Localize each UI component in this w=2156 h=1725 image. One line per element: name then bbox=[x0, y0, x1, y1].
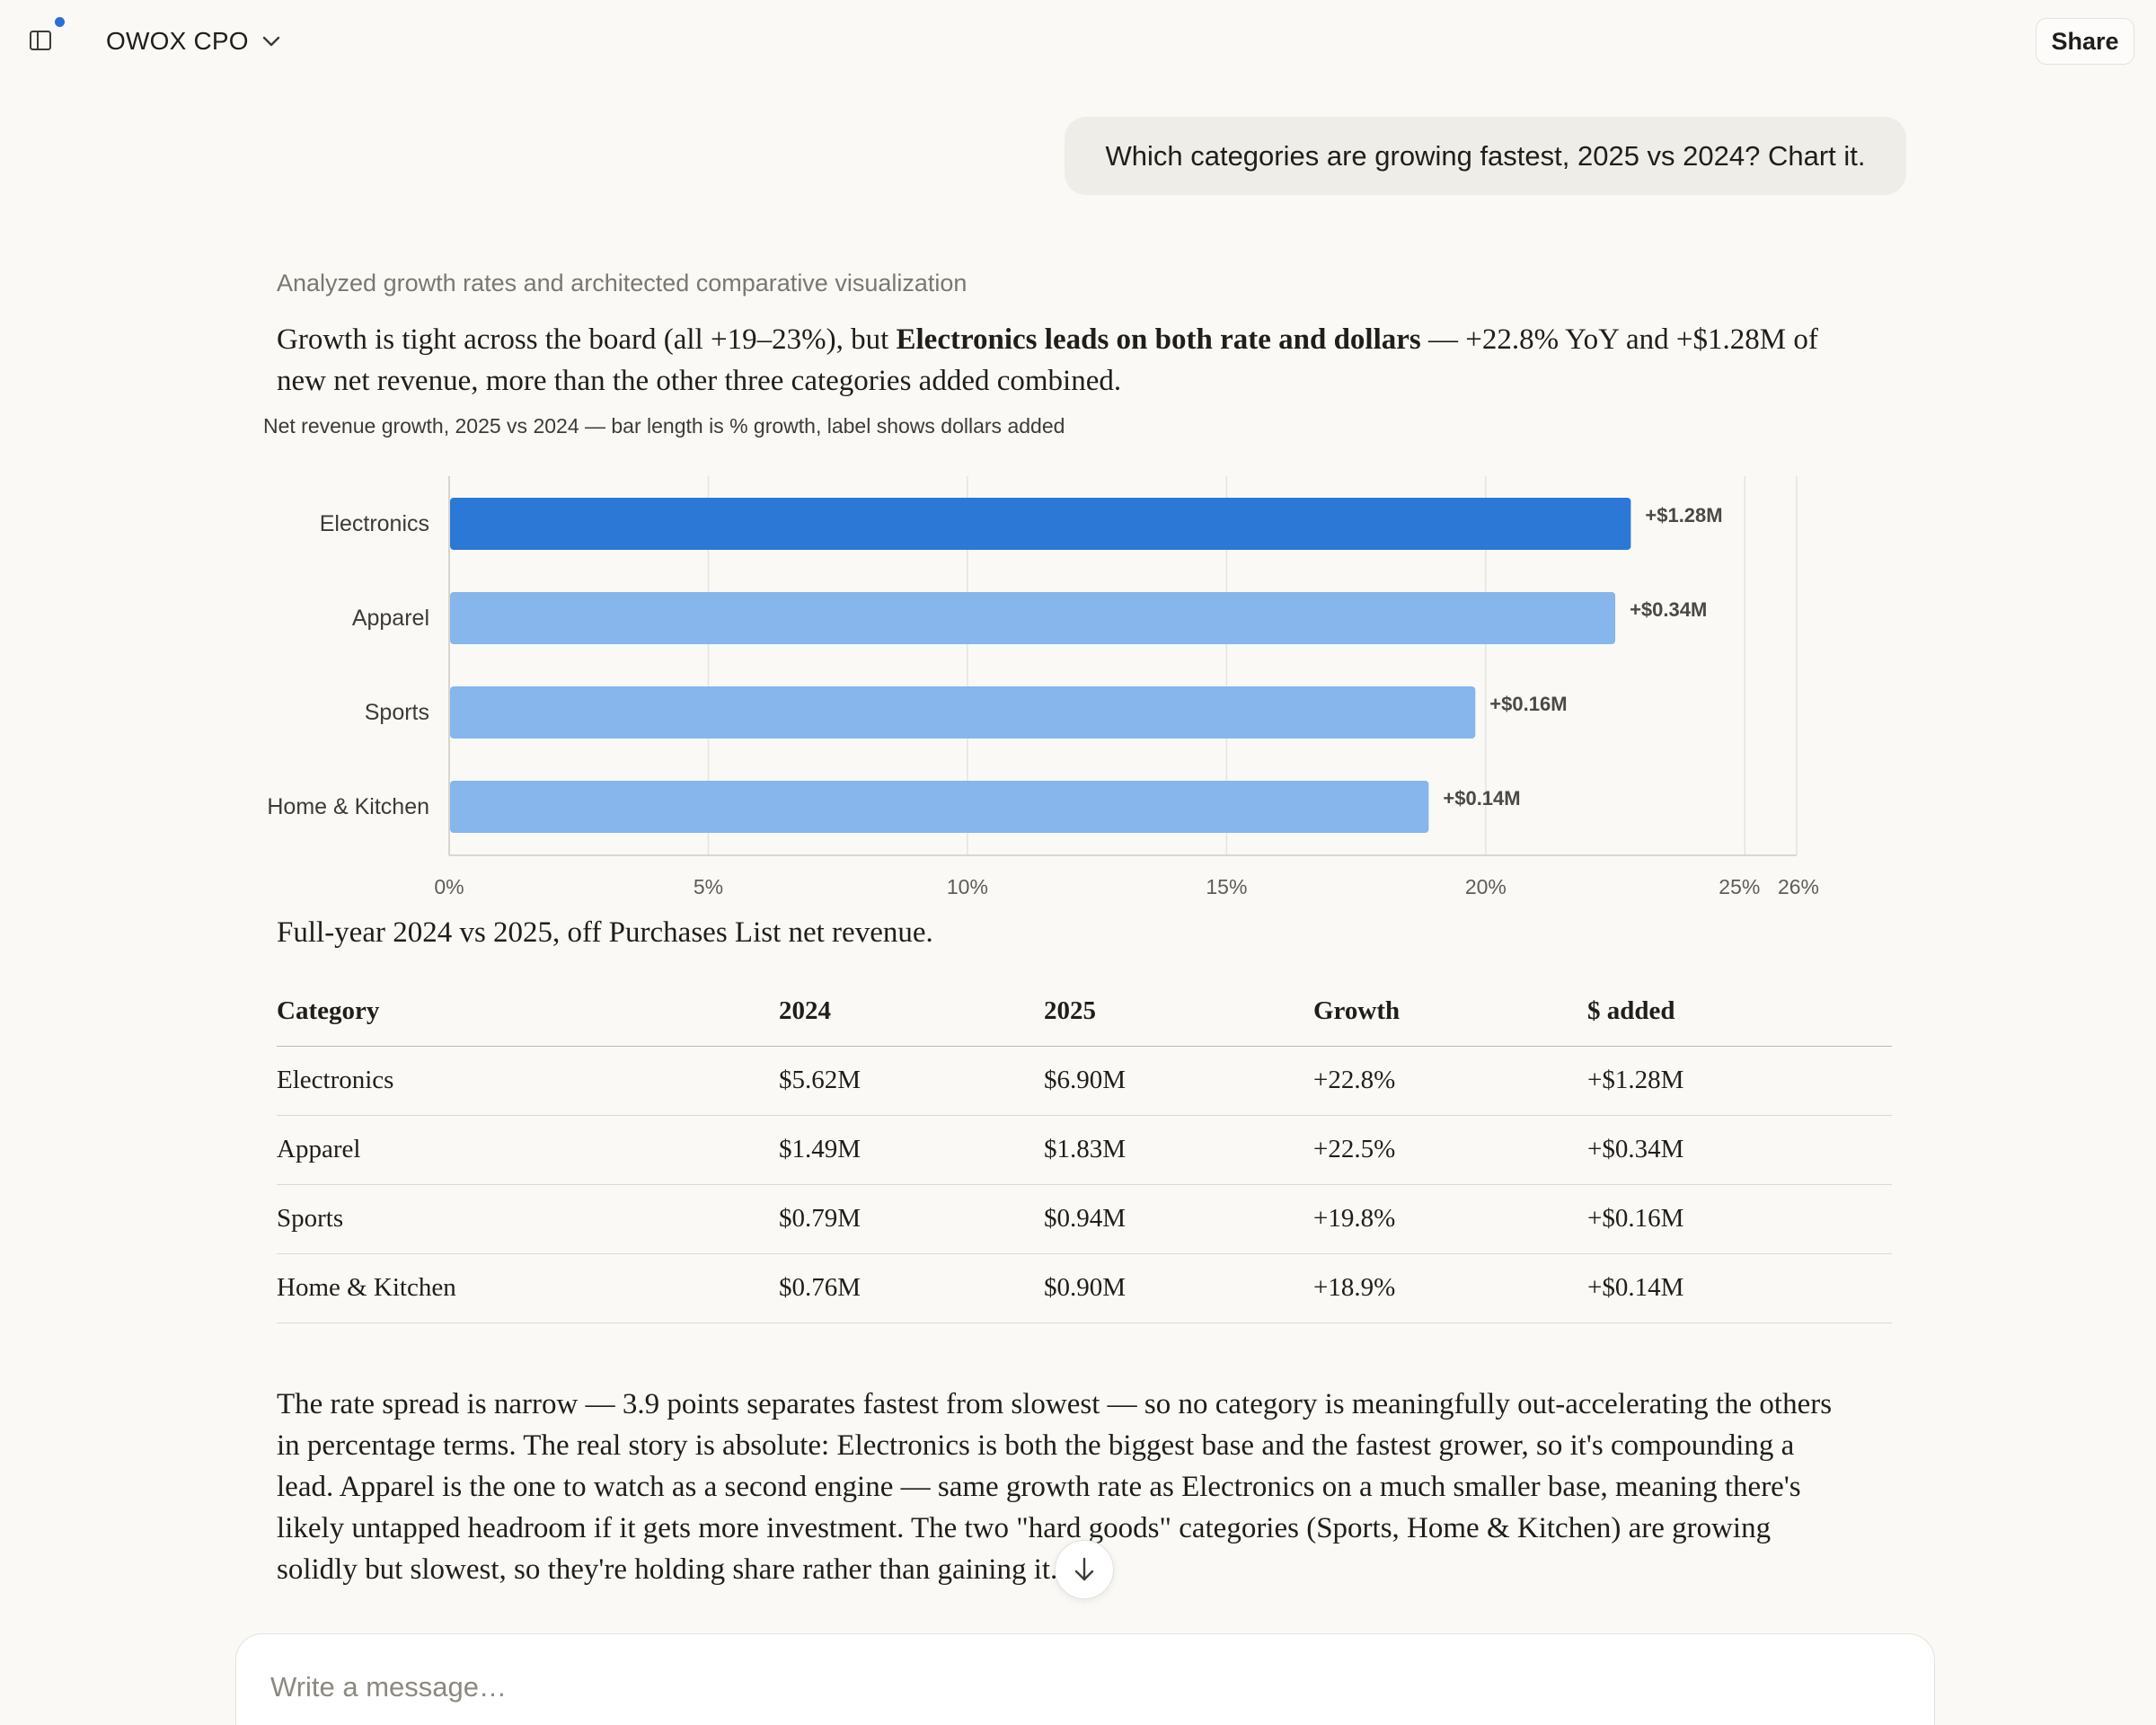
scroll-to-bottom-button[interactable] bbox=[1055, 1540, 1114, 1599]
sidebar-toggle-button[interactable] bbox=[27, 27, 54, 54]
project-name: OWOX CPO bbox=[106, 27, 249, 55]
table-header-growth: Growth bbox=[1313, 977, 1587, 1047]
table-cell: $0.79M bbox=[779, 1184, 1044, 1254]
table-cell: $0.94M bbox=[1044, 1184, 1313, 1254]
table-cell: +22.5% bbox=[1313, 1115, 1587, 1185]
table-cell: +22.8% bbox=[1313, 1046, 1587, 1116]
lead-text-before: Growth is tight across the board (all +1… bbox=[277, 323, 897, 356]
y-category-label: Home & Kitchen bbox=[267, 794, 429, 819]
table-cell: +$1.28M bbox=[1587, 1046, 1892, 1116]
table-header-dollars-added: $ added bbox=[1587, 977, 1892, 1047]
table-intro: Full-year 2024 vs 2025, off Purchases Li… bbox=[277, 916, 933, 949]
table-cell: $0.90M bbox=[1044, 1253, 1313, 1323]
table-cell: $6.90M bbox=[1044, 1046, 1313, 1116]
chevron-down-icon bbox=[262, 36, 279, 47]
bar-data-label: +$0.34M bbox=[1630, 598, 1707, 621]
arrow-down-icon bbox=[1074, 1557, 1094, 1581]
table-cell: $1.83M bbox=[1044, 1115, 1313, 1185]
chart-bar bbox=[450, 686, 1476, 739]
x-tick-label: 20% bbox=[1465, 875, 1507, 898]
thinking-summary[interactable]: Analyzed growth rates and architected co… bbox=[277, 270, 967, 297]
table-cell: +$0.16M bbox=[1587, 1184, 1892, 1254]
x-tick-label: 15% bbox=[1206, 875, 1247, 898]
table-cell: Apparel bbox=[277, 1115, 779, 1185]
message-composer bbox=[235, 1633, 1935, 1725]
table-row: Home & Kitchen $0.76M $0.90M +18.9% +$0.… bbox=[277, 1253, 1892, 1323]
message-input[interactable] bbox=[270, 1665, 1887, 1710]
bar-data-label: +$0.16M bbox=[1489, 693, 1567, 715]
bar-data-label: +$1.28M bbox=[1645, 504, 1722, 526]
chart-bar bbox=[450, 781, 1429, 833]
table-cell: $0.76M bbox=[779, 1253, 1044, 1323]
table-cell: Home & Kitchen bbox=[277, 1253, 779, 1323]
table-row: Electronics $5.62M $6.90M +22.8% +$1.28M bbox=[277, 1046, 1892, 1116]
table-header-category: Category bbox=[277, 977, 779, 1047]
table-cell: $5.62M bbox=[779, 1046, 1044, 1116]
chart-bar bbox=[450, 498, 1631, 550]
chart-bar bbox=[450, 592, 1616, 644]
table-cell: Electronics bbox=[277, 1046, 779, 1116]
x-tick-label: 5% bbox=[694, 875, 723, 898]
table-row: Sports $0.79M $0.94M +19.8% +$0.16M bbox=[277, 1184, 1892, 1254]
x-tick-label: 26% bbox=[1778, 875, 1819, 898]
chart-title: Net revenue growth, 2025 vs 2024 — bar l… bbox=[263, 414, 1065, 438]
table-cell: $1.49M bbox=[779, 1115, 1044, 1185]
table-row: Apparel $1.49M $1.83M +22.5% +$0.34M bbox=[277, 1115, 1892, 1185]
user-message-bubble: Which categories are growing fastest, 20… bbox=[1065, 117, 1906, 195]
table-cell: +19.8% bbox=[1313, 1184, 1587, 1254]
table-header-2024: 2024 bbox=[779, 977, 1044, 1047]
y-category-label: Electronics bbox=[320, 511, 429, 536]
table-header-2025: 2025 bbox=[1044, 977, 1313, 1047]
table-header-row: Category 2024 2025 Growth $ added bbox=[277, 977, 1892, 1047]
y-category-label: Apparel bbox=[352, 606, 429, 631]
notification-dot bbox=[55, 17, 65, 27]
lead-text-bold: Electronics leads on both rate and dolla… bbox=[896, 323, 1421, 356]
sidebar-panel-icon bbox=[30, 31, 51, 50]
bar-data-label: +$0.14M bbox=[1443, 787, 1520, 809]
assistant-lead-paragraph: Growth is tight across the board (all +1… bbox=[277, 319, 1858, 402]
top-bar: OWOX CPO Share bbox=[0, 0, 2156, 83]
table-cell: +$0.14M bbox=[1587, 1253, 1892, 1323]
table-cell: Sports bbox=[277, 1184, 779, 1254]
share-button[interactable]: Share bbox=[2036, 18, 2134, 65]
y-category-label: Sports bbox=[365, 700, 429, 725]
growth-table: Category 2024 2025 Growth $ added Electr… bbox=[277, 977, 1892, 1323]
table-cell: +$0.34M bbox=[1587, 1115, 1892, 1185]
project-switcher[interactable]: OWOX CPO bbox=[106, 22, 281, 61]
x-tick-label: 0% bbox=[434, 875, 464, 898]
x-tick-label: 10% bbox=[947, 875, 988, 898]
table-cell: +18.9% bbox=[1313, 1253, 1587, 1323]
x-tick-label: 25% bbox=[1719, 875, 1760, 898]
